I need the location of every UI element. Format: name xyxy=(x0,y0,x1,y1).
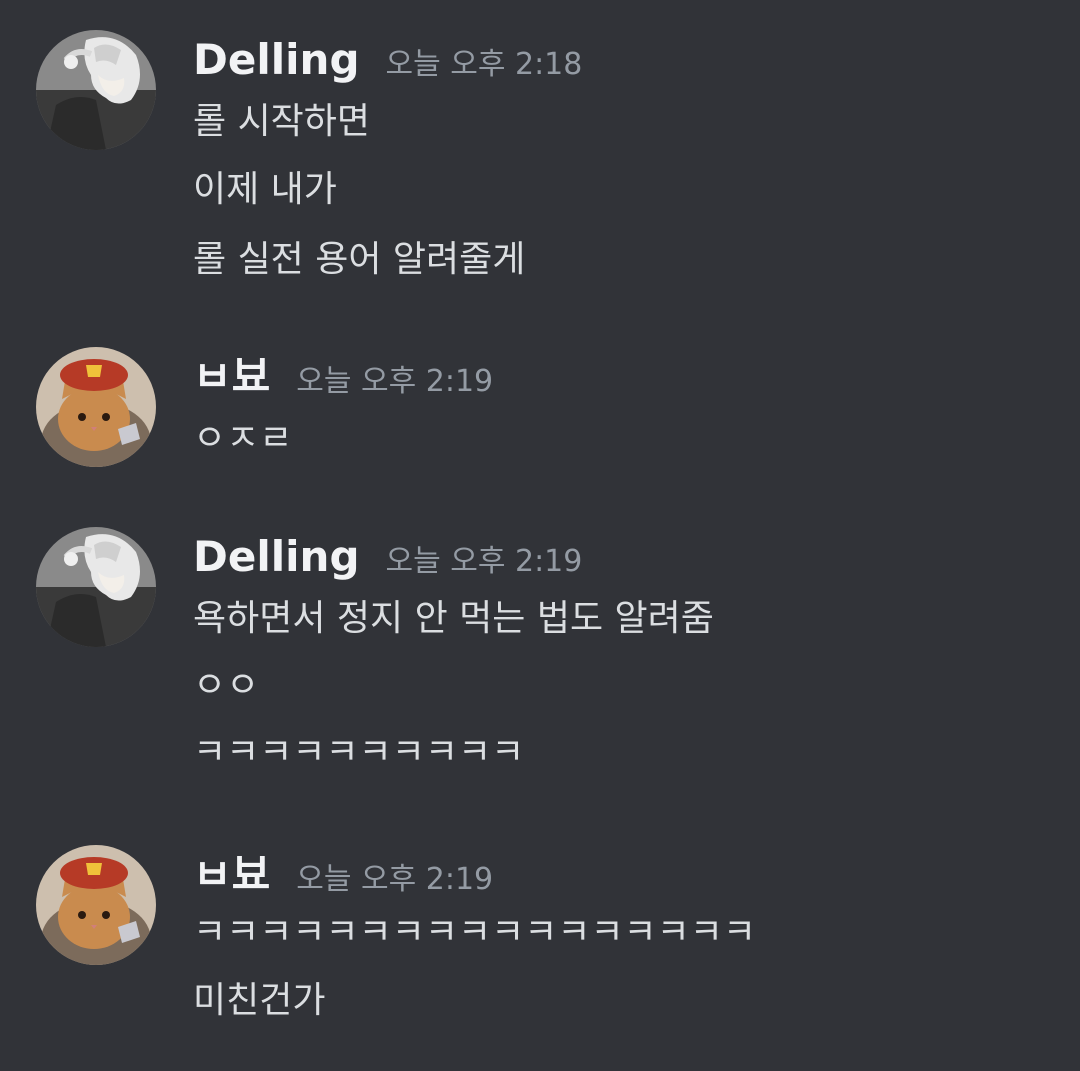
user-avatar-delling[interactable] xyxy=(36,527,156,647)
message-text: 롤 실전 용어 알려줄게 xyxy=(193,239,526,280)
username[interactable]: ㅂ뵤 xyxy=(193,347,270,407)
message-text: 롤 시작하면 xyxy=(193,101,371,142)
username[interactable]: Delling xyxy=(193,30,360,90)
message-header: ㅂ뵤 오늘 오후 2:19 xyxy=(193,845,493,905)
user-avatar-bbyo[interactable] xyxy=(36,845,156,965)
message-header: Delling 오늘 오후 2:19 xyxy=(193,527,582,587)
timestamp[interactable]: 오늘 오후 2:18 xyxy=(386,35,583,95)
message-text: ㅋㅋㅋㅋㅋㅋㅋㅋㅋㅋㅋㅋㅋㅋㅋㅋㅋ xyxy=(193,912,757,953)
timestamp[interactable]: 오늘 오후 2:19 xyxy=(386,532,583,592)
message-text: ㅇㅈㄹ xyxy=(193,418,293,459)
message-text: 욕하면서 정지 안 먹는 법도 알려줌 xyxy=(193,598,714,639)
timestamp[interactable]: 오늘 오후 2:19 xyxy=(296,352,493,412)
message-text: ㅇㅇ xyxy=(193,665,260,706)
message-header: Delling 오늘 오후 2:18 xyxy=(193,30,582,90)
message-text: 미친건가 xyxy=(193,980,326,1021)
cat-with-red-beret-icon xyxy=(36,347,156,467)
user-avatar-bbyo[interactable] xyxy=(36,347,156,467)
user-avatar-delling[interactable] xyxy=(36,30,156,150)
message-text: ㅋㅋㅋㅋㅋㅋㅋㅋㅋㅋ xyxy=(193,732,525,773)
silver-haired-character-icon xyxy=(36,527,156,647)
username[interactable]: ㅂ뵤 xyxy=(193,845,270,905)
username[interactable]: Delling xyxy=(193,527,360,587)
message-text: 이제 내가 xyxy=(193,169,337,210)
message-header: ㅂ뵤 오늘 오후 2:19 xyxy=(193,347,493,407)
silver-haired-character-icon xyxy=(36,30,156,150)
cat-with-red-beret-icon xyxy=(36,845,156,965)
timestamp[interactable]: 오늘 오후 2:19 xyxy=(296,850,493,910)
